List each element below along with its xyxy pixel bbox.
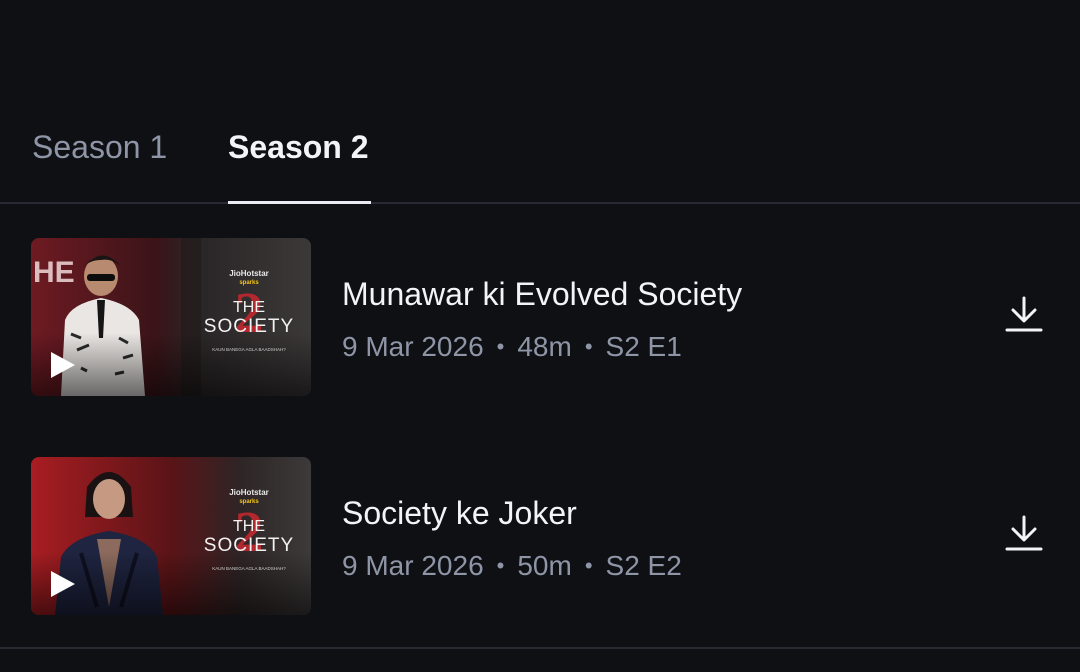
tabs-divider xyxy=(0,202,1080,204)
meta-separator: • xyxy=(584,553,593,578)
episode-row[interactable]: HE JioHotstar sparks 2 THE SOCIETY KAUN … xyxy=(0,238,1080,398)
svg-text:THE: THE xyxy=(233,518,265,535)
episode-row[interactable]: JioHotstar sparks 2 THE SOCIETY KAUN BAN… xyxy=(0,457,1080,617)
episode-date: 9 Mar 2026 xyxy=(342,331,484,362)
episode-thumbnail[interactable]: JioHotstar sparks 2 THE SOCIETY KAUN BAN… xyxy=(31,457,311,615)
download-icon[interactable] xyxy=(1004,513,1044,553)
meta-separator: • xyxy=(584,334,593,359)
meta-separator: • xyxy=(496,553,505,578)
svg-text:THE: THE xyxy=(233,299,265,316)
episode-title: Society ke Joker xyxy=(342,495,577,531)
download-icon[interactable] xyxy=(1004,294,1044,334)
svg-text:JioHotstar: JioHotstar xyxy=(229,269,269,278)
tab-season-1[interactable]: Season 1 xyxy=(32,126,167,204)
episode-meta: 9 Mar 2026 • 48m • S2 E1 xyxy=(342,330,682,364)
meta-separator: • xyxy=(496,334,505,359)
episode-duration: 50m xyxy=(517,550,572,581)
season-tabs: Season 1 Season 2 xyxy=(0,0,1080,204)
episode-number: S2 E1 xyxy=(605,331,682,362)
svg-text:KAUN BANEGA AGLA BAADSHAH?: KAUN BANEGA AGLA BAADSHAH? xyxy=(212,566,286,571)
selected-tab-indicator xyxy=(228,201,371,204)
episode-duration: 48m xyxy=(517,331,572,362)
episode-number: S2 E2 xyxy=(605,550,682,581)
play-icon xyxy=(51,352,75,378)
svg-text:KAUN BANEGA AGLA BAADSHAH?: KAUN BANEGA AGLA BAADSHAH? xyxy=(212,347,286,352)
svg-text:SOCIETY: SOCIETY xyxy=(204,316,294,337)
episode-title: Munawar ki Evolved Society xyxy=(342,276,743,312)
play-icon xyxy=(51,571,75,597)
list-divider xyxy=(0,647,1080,649)
episode-date: 9 Mar 2026 xyxy=(342,550,484,581)
tab-season-2[interactable]: Season 2 xyxy=(228,126,369,204)
svg-text:JioHotstar: JioHotstar xyxy=(229,488,269,497)
episode-meta: 9 Mar 2026 • 50m • S2 E2 xyxy=(342,549,682,583)
svg-text:SOCIETY: SOCIETY xyxy=(204,535,294,556)
episode-thumbnail[interactable]: HE JioHotstar sparks 2 THE SOCIETY KAUN … xyxy=(31,238,311,396)
